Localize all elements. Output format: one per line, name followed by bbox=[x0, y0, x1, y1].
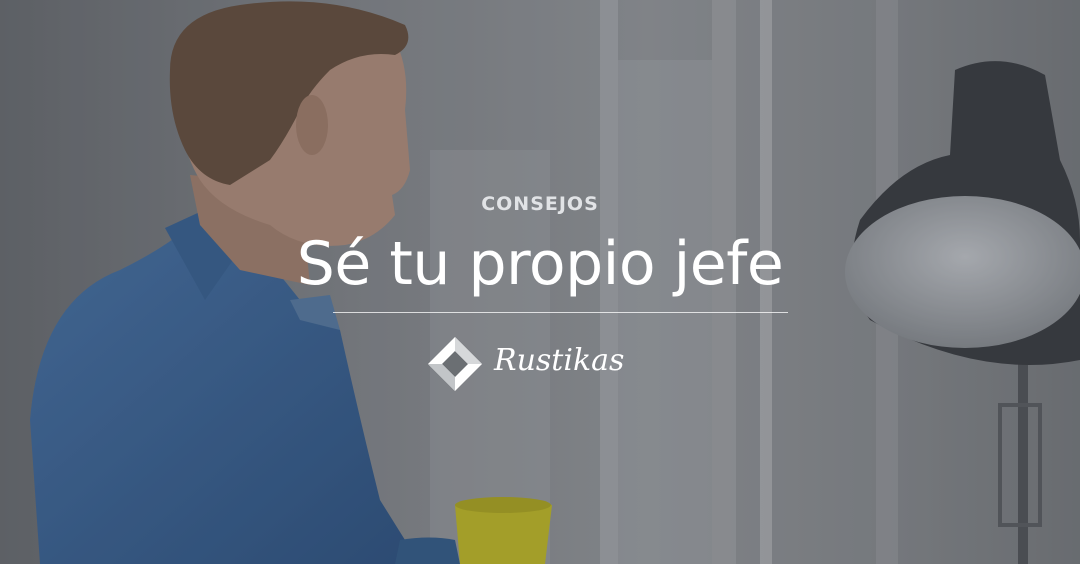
title-block: CONSEJOS Sé tu propio jefe Rustikas bbox=[0, 0, 1080, 564]
brand-name: Rustikas bbox=[493, 343, 624, 378]
post-title: Sé tu propio jefe bbox=[296, 229, 784, 299]
category-label[interactable]: CONSEJOS bbox=[0, 193, 1080, 215]
hero-banner: CONSEJOS Sé tu propio jefe Rustikas bbox=[0, 0, 1080, 564]
divider bbox=[333, 312, 788, 313]
diamond-logo-icon[interactable] bbox=[426, 335, 484, 393]
brand-wordmark: Rustikas bbox=[493, 343, 624, 378]
